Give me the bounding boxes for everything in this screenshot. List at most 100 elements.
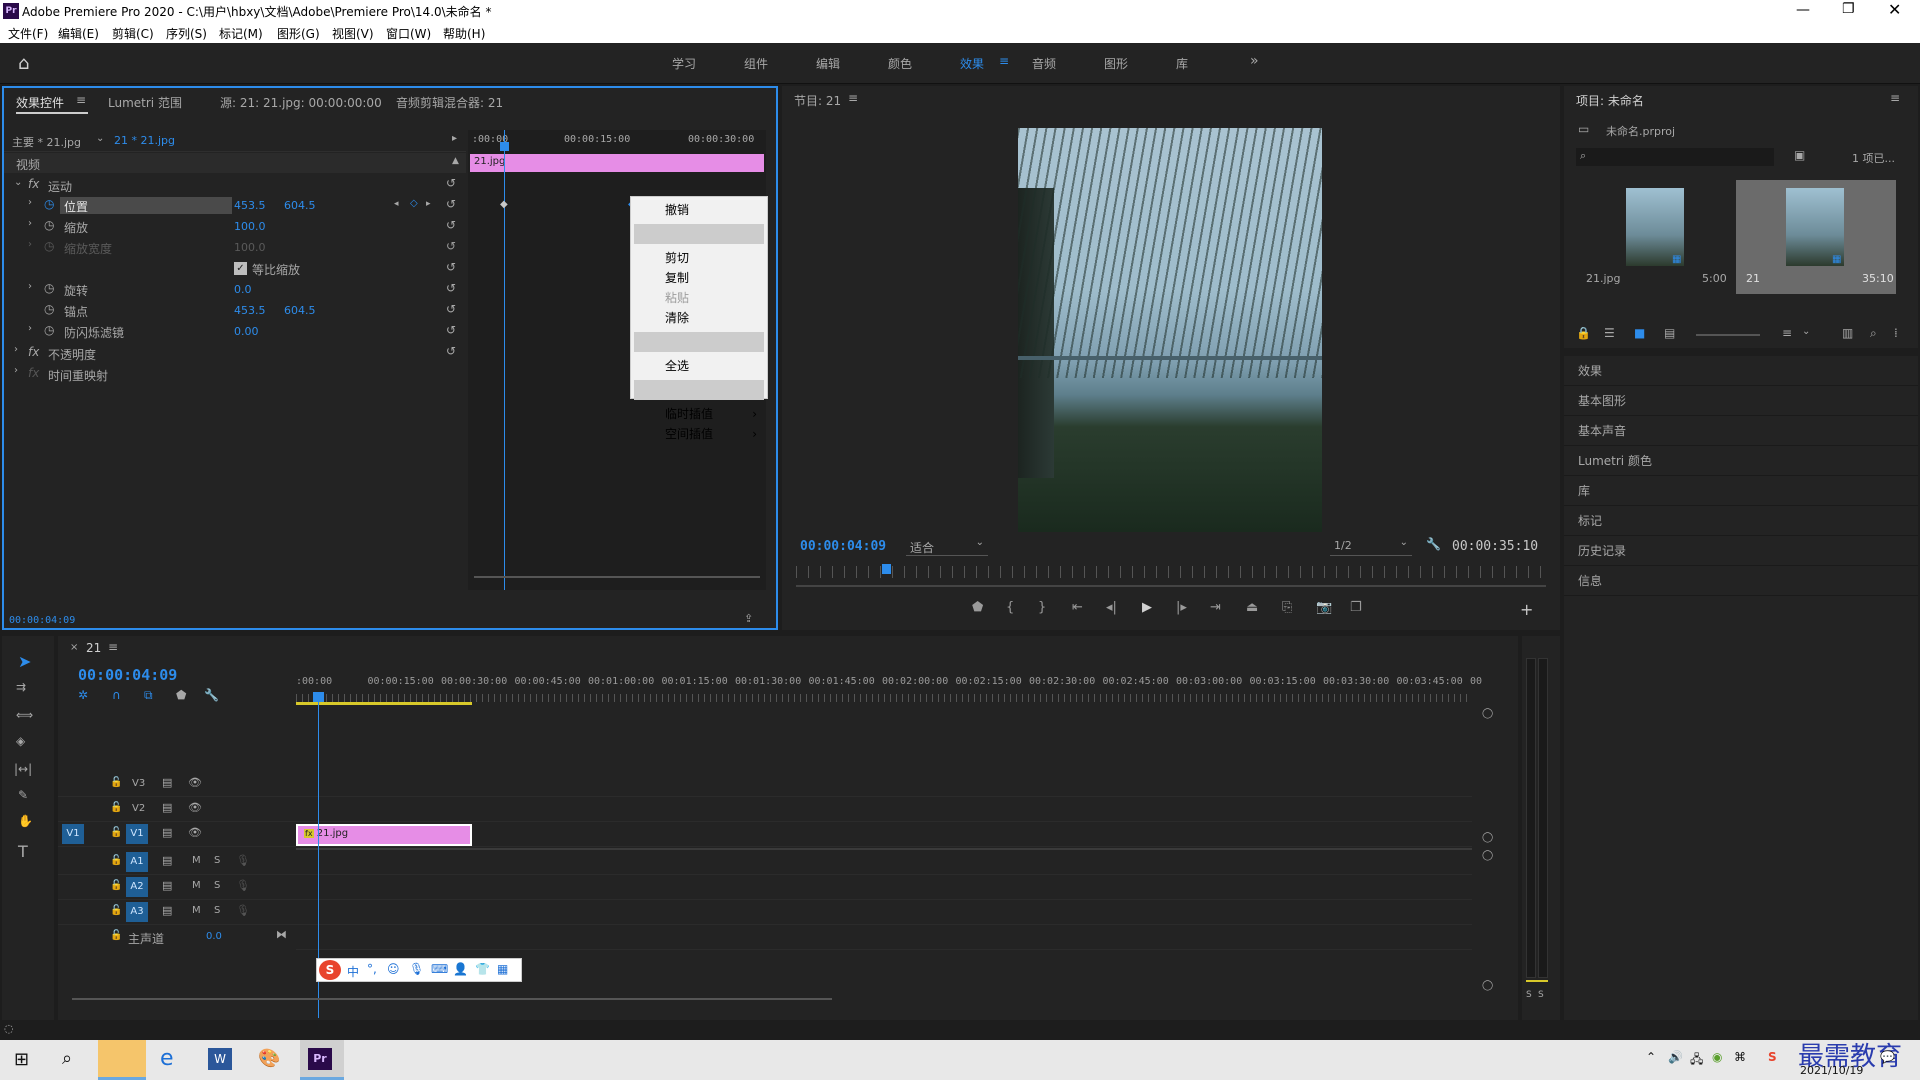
close-tab-icon[interactable]: × [70,642,78,653]
anchor-y-value[interactable]: 604.5 [284,304,316,317]
panel-menu-icon[interactable]: ≡ [848,91,858,105]
menu-help[interactable]: 帮助(H) [443,25,485,42]
go-to-out-icon[interactable]: ⇥ [1210,600,1221,615]
sogou-tray-icon[interactable]: S [1768,1050,1777,1064]
collapse-up-icon[interactable]: ▲ [452,156,459,166]
restore-icon[interactable]: ❐ [1842,1,1855,17]
icon-view-icon[interactable]: ■ [1634,326,1645,340]
panel-lumetri-color[interactable]: Lumetri 颜色 [1564,446,1918,476]
timeline-timecode[interactable]: 00:00:04:09 [78,666,177,684]
home-icon[interactable]: ⌂ [18,53,29,74]
workspace-menu-icon[interactable]: ≡ [999,54,1009,68]
solo-right-button[interactable]: S [1538,990,1544,1000]
menu-file[interactable]: 文件(F) [8,25,48,42]
anchor-row[interactable]: ◷ 锚点 453.5 604.5 ↺ [4,300,466,321]
master-volume[interactable]: 0.0 [206,931,222,942]
mute-button[interactable]: M [192,855,201,866]
eye-icon[interactable]: 👁 [188,801,202,814]
ime-toolbar[interactable]: S 中 °, ☺ 🎙 ⌨ 👤 👕 ▦ [316,958,522,982]
panel-libraries[interactable]: 库 [1564,476,1918,506]
v-scroll-handle[interactable]: ◯ [1482,832,1493,843]
ec-playhead-head[interactable] [500,142,509,151]
uniform-scale-checkbox[interactable]: ✓ [234,262,247,275]
workspace-assembly[interactable]: 组件 [744,55,768,72]
sort-icon[interactable]: ≡ [1782,326,1792,340]
windows-start-icon[interactable]: ⊞ [14,1049,29,1070]
position-x-value[interactable]: 453.5 [234,199,266,212]
sync-lock-icon[interactable]: ▤ [162,801,172,814]
scale-value[interactable]: 100.0 [234,220,266,233]
button-editor-icon[interactable]: + [1520,600,1533,619]
timeline-h-scrollbar[interactable] [72,998,832,1000]
reset-icon[interactable]: ↺ [446,239,456,253]
workspace-audio[interactable]: 音频 [1032,55,1056,72]
source-patch-v1[interactable]: V1 [62,824,84,844]
settings-wrench-icon[interactable]: 🔧 [204,688,219,702]
panel-markers[interactable]: 标记 [1564,506,1918,536]
extract-icon[interactable]: ⎘ [1282,600,1292,615]
position-y-value[interactable]: 604.5 [284,199,316,212]
rotation-value[interactable]: 0.0 [234,283,252,296]
workspace-editing[interactable]: 编辑 [816,55,840,72]
eye-icon[interactable]: 👁 [188,776,202,789]
settings-wrench-icon[interactable]: 🔧 [1426,537,1441,551]
play-only-icon[interactable]: ▸ [452,133,457,144]
ime-chinese-mode[interactable]: 中 [347,963,359,980]
workspace-effects[interactable]: 效果 [960,55,984,72]
anchor-x-value[interactable]: 453.5 [234,304,266,317]
v-scroll-handle[interactable]: ◯ [1482,708,1493,719]
time-remap-row[interactable]: › fx 时间重映射 [4,363,466,384]
volume-icon[interactable]: 🔊 [1668,1050,1683,1064]
chevron-down-icon[interactable]: ⌄ [1802,326,1810,337]
panel-effects[interactable]: 效果 [1564,356,1918,386]
premiere-taskbar-icon[interactable]: Pr [300,1040,344,1080]
project-item-21jpg[interactable]: ▦ 21.jpg 5:00 [1576,180,1736,294]
security-icon[interactable]: ◉ [1712,1050,1722,1064]
sequence-clip-label[interactable]: 21 * 21.jpg [114,134,175,147]
lift-icon[interactable]: ⏏ [1246,600,1258,615]
mark-out-icon[interactable]: } [1038,600,1046,615]
panel-menu-icon[interactable]: ≡ [1890,91,1900,105]
notification-icon[interactable]: 💬 [1880,1050,1895,1064]
reset-icon[interactable]: ↺ [446,197,456,211]
tab-source[interactable]: 源: 21: 21.jpg: 00:00:00:00 [220,94,382,111]
word-icon[interactable]: W [208,1048,232,1070]
search-icon[interactable]: ⌕ [62,1048,72,1069]
tab-effect-controls[interactable]: 效果控件 [16,94,64,111]
slip-tool-icon[interactable]: |↔| [14,762,32,776]
panel-essential-graphics[interactable]: 基本图形 [1564,386,1918,416]
tab-lumetri-scopes[interactable]: Lumetri 范围 [108,94,182,111]
expand-icon[interactable]: › [28,197,32,208]
export-icon[interactable]: ⇪ [744,612,753,625]
lock-icon[interactable]: 🔓 [110,802,122,813]
add-keyframe-icon[interactable]: ◇ [410,198,418,209]
expand-icon[interactable]: ⌄ [14,177,22,188]
toolbox-icon[interactable]: ▦ [497,962,508,976]
track-label[interactable]: A2 [126,877,148,897]
stopwatch-icon[interactable]: ◷ [44,218,54,232]
menu-view[interactable]: 视图(V) [332,25,374,42]
sync-lock-icon[interactable]: ▤ [162,854,172,867]
ec-timecode[interactable]: 00:00:04:09 [9,615,75,626]
lock-icon[interactable]: 🔓 [110,777,122,788]
sync-lock-icon[interactable]: ▤ [162,904,172,917]
automate-icon[interactable]: ▥ [1842,326,1853,340]
eye-icon[interactable]: 👁 [188,826,202,839]
punctuation-icon[interactable]: °, [367,962,377,976]
zoom-slider[interactable] [1696,334,1760,336]
add-marker-icon[interactable]: ⬟ [972,600,983,615]
menu-edit[interactable]: 编辑(E) [58,25,99,42]
menu-cut[interactable]: 剪切 [631,248,767,268]
play-icon[interactable]: ▶ [1142,600,1152,615]
video-preview[interactable] [1018,128,1322,532]
menu-spatial-interp[interactable]: 空间插值 › [631,424,767,444]
reset-icon[interactable]: ↺ [446,302,456,316]
reset-icon[interactable]: ↺ [446,176,456,190]
timeline-tab[interactable]: 21 [86,641,101,655]
track-select-tool-icon[interactable]: ⇉ [16,680,26,694]
comparison-view-icon[interactable]: ❐ [1350,600,1362,615]
lock-icon[interactable]: 🔒 [1576,326,1591,340]
solo-left-button[interactable]: S [1526,990,1532,1000]
workspace-libraries[interactable]: 库 [1176,55,1188,72]
position-row[interactable]: › ◷ 位置 453.5 604.5 ◂ ◇ ▸ ↺ [4,195,466,216]
